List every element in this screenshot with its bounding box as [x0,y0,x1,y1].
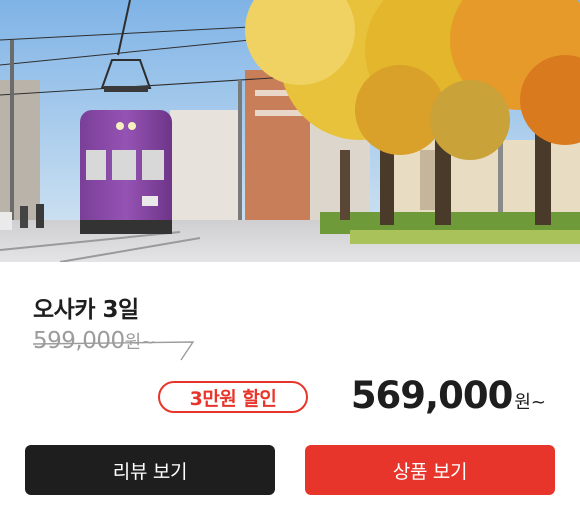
view-product-button[interactable]: 상품 보기 [305,445,555,495]
review-button[interactable]: 리뷰 보기 [25,445,275,495]
sale-price-unit: 원~ [514,392,546,413]
discount-badge: 3만원 할인 [158,381,308,413]
sale-price: 569,000 원~ [351,374,546,417]
product-card[interactable]: 오사카 3일 599,000원~ 3만원 할인 569,000 원~ 리뷰 보기… [0,0,580,520]
strikethrough-line [33,341,195,361]
sale-price-value: 569,000 [350,374,514,417]
product-title: 오사카 3일 [33,297,139,323]
product-photo [0,0,580,262]
